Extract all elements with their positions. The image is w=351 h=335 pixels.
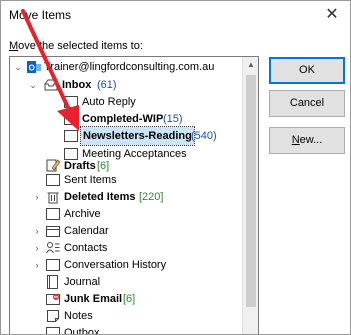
- junk-email-icon: [46, 292, 60, 306]
- folder-icon: [64, 129, 78, 143]
- folder-icon: [64, 95, 78, 109]
- newsletters-count: (540): [191, 130, 217, 142]
- deleted-items-label: Deleted Items: [64, 191, 136, 203]
- outbox-icon: [46, 326, 60, 334]
- tree-item-deleted-items[interactable]: › Deleted Items [220]: [10, 188, 242, 206]
- deleted-items-count: [220]: [139, 191, 164, 203]
- contacts-icon: [46, 241, 60, 255]
- tree-item-auto-reply[interactable]: Auto Reply: [10, 93, 242, 111]
- title-bar: Move Items ✕: [1, 1, 350, 31]
- folder-icon: [46, 258, 60, 272]
- newsletters-label: Newsletters-Reading: [80, 126, 195, 146]
- tree-item-drafts[interactable]: Drafts [6]: [10, 153, 242, 172]
- drafts-pencil-icon: [46, 158, 61, 172]
- svg-text:O: O: [29, 64, 35, 73]
- calendar-label: Calendar: [64, 225, 109, 237]
- new-folder-button[interactable]: New...: [269, 127, 345, 154]
- new-button-label: ew...: [299, 134, 323, 146]
- dialog-title: Move Items: [9, 8, 72, 22]
- tree-item-conversation-history[interactable]: › Conversation History: [10, 256, 242, 274]
- trash-icon: [46, 190, 60, 204]
- tree-item-junk-email[interactable]: Junk Email [6]: [10, 290, 242, 308]
- tree-item-completed-wip[interactable]: Completed-WIP (15): [10, 110, 242, 128]
- notes-label: Notes: [64, 310, 93, 322]
- tree-item-calendar[interactable]: › Calendar: [10, 222, 242, 240]
- tree-item-archive[interactable]: Archive: [10, 205, 242, 223]
- journal-icon: [46, 275, 60, 289]
- chevron-right-icon[interactable]: ›: [32, 239, 42, 257]
- folder-icon: [46, 173, 60, 187]
- inbox-icon: [44, 78, 58, 92]
- folder-icon: [64, 112, 78, 126]
- account-label: Trainer@lingfordconsulting.com.au: [44, 61, 215, 73]
- close-icon[interactable]: ✕: [322, 5, 342, 25]
- chevron-right-icon[interactable]: ›: [32, 222, 42, 240]
- chevron-down-icon[interactable]: ⌄: [13, 58, 23, 76]
- calendar-icon: [46, 224, 60, 238]
- chevron-right-icon[interactable]: ›: [32, 256, 42, 274]
- ok-button[interactable]: OK: [269, 57, 345, 84]
- sent-items-label: Sent Items: [64, 174, 117, 186]
- folder-tree[interactable]: ⌄ O Trainer@lingfordconsulting.com.au ⌄ …: [9, 56, 259, 335]
- inbox-count: (61): [97, 79, 117, 91]
- auto-reply-label: Auto Reply: [82, 96, 136, 108]
- prompt-text: ove the selected items to:: [18, 40, 143, 52]
- junk-email-label: Junk Email: [64, 293, 123, 305]
- junk-email-count: [6]: [123, 293, 136, 305]
- tree-item-inbox[interactable]: ⌄ Inbox (61): [10, 76, 242, 94]
- move-prompt: Move the selected items to:: [9, 40, 143, 52]
- tree-item-notes[interactable]: Notes: [10, 307, 242, 325]
- conversation-history-label: Conversation History: [64, 259, 167, 271]
- tree-item-sent-items[interactable]: Sent Items: [10, 171, 242, 189]
- notes-icon: [46, 309, 60, 323]
- scroll-up-arrow-icon[interactable]: ▲: [243, 57, 258, 73]
- new-accesskey: N: [291, 134, 300, 146]
- archive-label: Archive: [64, 208, 101, 220]
- prompt-accesskey: M: [9, 40, 19, 52]
- cancel-button[interactable]: Cancel: [269, 90, 345, 117]
- outbox-label: Outbox: [64, 327, 100, 335]
- folder-icon: [46, 207, 60, 221]
- contacts-label: Contacts: [64, 242, 108, 254]
- tree-item-journal[interactable]: Journal: [10, 273, 242, 291]
- completed-wip-label: Completed-WIP: [82, 113, 164, 125]
- chevron-down-icon[interactable]: ⌄: [28, 76, 38, 94]
- tree-scrollbar[interactable]: ▲: [242, 57, 258, 334]
- tree-item-newsletters-reading[interactable]: Newsletters-Reading (540): [10, 126, 242, 146]
- chevron-right-icon[interactable]: ›: [32, 188, 42, 206]
- move-items-dialog: Move Items ✕ Move the selected items to:…: [0, 0, 351, 335]
- tree-item-contacts[interactable]: › Contacts: [10, 239, 242, 257]
- outlook-account-icon: O: [27, 60, 41, 74]
- scroll-thumb[interactable]: [246, 75, 256, 307]
- journal-label: Journal: [64, 276, 101, 288]
- tree-item-outbox[interactable]: Outbox: [10, 324, 242, 335]
- tree-item-account[interactable]: ⌄ O Trainer@lingfordconsulting.com.au: [10, 58, 242, 76]
- inbox-label: Inbox: [62, 79, 92, 91]
- completed-wip-count: (15): [163, 113, 183, 125]
